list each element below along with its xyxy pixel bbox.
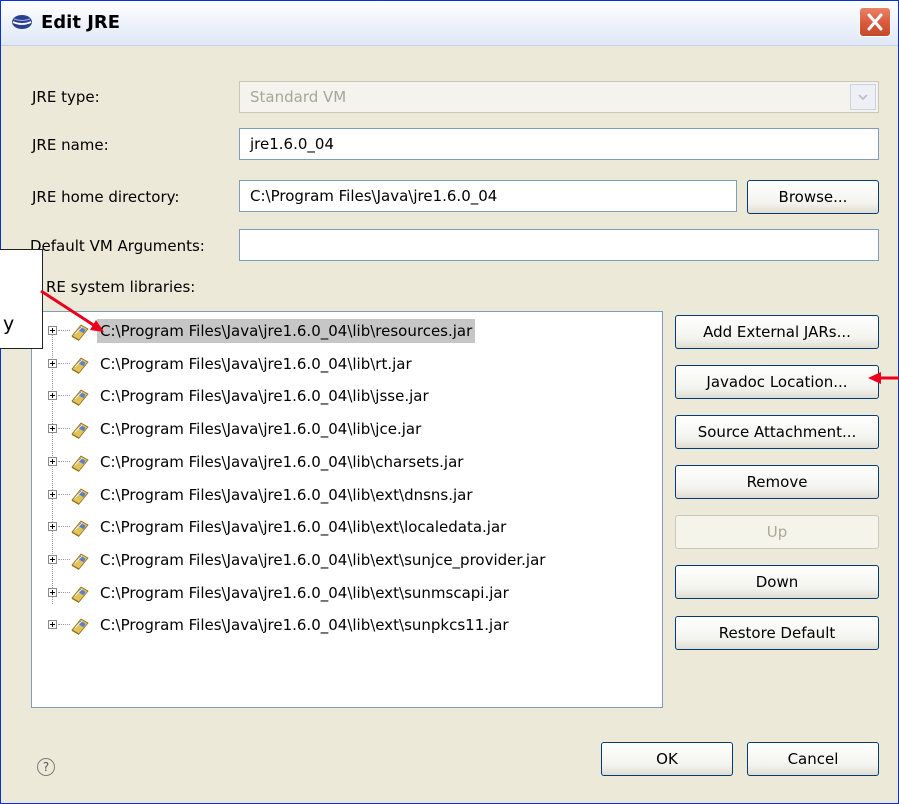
library-path: C:\Program Files\Java\jre1.6.0_04\lib\ex…: [100, 485, 473, 504]
library-path: C:\Program Files\Java\jre1.6.0_04\lib\js…: [100, 387, 429, 406]
library-path: C:\Program Files\Java\jre1.6.0_04\lib\ex…: [100, 518, 507, 537]
java-cup-icon: [12, 15, 32, 29]
combo-arrow[interactable]: [850, 84, 876, 110]
tree-connector: [58, 526, 70, 528]
jar-icon: [71, 586, 89, 603]
source-attachment-button[interactable]: Source Attachment...: [675, 415, 879, 449]
annotation-callout: y: [0, 249, 43, 349]
library-path: C:\Program Files\Java\jre1.6.0_04\lib\ch…: [100, 452, 464, 471]
down-button[interactable]: Down: [675, 565, 879, 599]
expand-icon[interactable]: [48, 587, 57, 597]
tree-connector: [58, 362, 70, 364]
library-path: C:\Program Files\Java\jre1.6.0_04\lib\rt…: [100, 354, 412, 373]
add-external-jars-button[interactable]: Add External JARs...: [675, 315, 879, 349]
expand-icon[interactable]: [48, 620, 57, 630]
expand-icon[interactable]: [48, 489, 57, 499]
tree-connector: [58, 558, 70, 560]
jar-icon: [71, 455, 89, 472]
cancel-button[interactable]: Cancel: [747, 742, 879, 776]
jar-icon: [71, 618, 89, 636]
help-icon[interactable]: ?: [37, 758, 55, 776]
up-button[interactable]: Up: [675, 515, 879, 549]
title-bar[interactable]: Edit JRE: [1, 1, 898, 46]
library-path: C:\Program Files\Java\jre1.6.0_04\lib\ex…: [100, 550, 546, 569]
javadoc-location-button[interactable]: Javadoc Location...: [675, 365, 879, 399]
jre-home-label: JRE home directory:: [32, 188, 180, 206]
expand-icon[interactable]: [48, 391, 57, 401]
close-icon: [867, 13, 883, 31]
jar-icon: [71, 520, 89, 538]
browse-button[interactable]: Browse...: [747, 180, 879, 214]
library-path: C:\Program Files\Java\jre1.6.0_04\lib\re…: [97, 319, 476, 343]
ok-button[interactable]: OK: [601, 742, 733, 776]
jre-type-label: JRE type:: [32, 88, 100, 106]
library-path: C:\Program Files\Java\jre1.6.0_04\lib\ex…: [100, 616, 509, 635]
expand-icon[interactable]: [48, 522, 57, 532]
library-path: C:\Program Files\Java\jre1.6.0_04\lib\jc…: [100, 420, 422, 439]
jar-icon: [71, 389, 89, 407]
jar-icon: [71, 487, 89, 505]
expand-icon[interactable]: [48, 358, 57, 368]
expand-icon[interactable]: [48, 554, 57, 564]
jre-home-field[interactable]: C:\Program Files\Java\jre1.6.0_04: [239, 180, 737, 212]
tree-connector: [58, 428, 70, 430]
jre-name-label: JRE name:: [32, 136, 109, 154]
chevron-down-icon: [858, 94, 868, 101]
vm-args-label: Default VM Arguments:: [30, 237, 205, 255]
expand-icon[interactable]: [48, 424, 57, 434]
restore-default-button[interactable]: Restore Default: [675, 616, 879, 650]
tree-connector: [58, 460, 70, 462]
jre-type-combo[interactable]: Standard VM: [239, 81, 879, 113]
jar-icon: [71, 324, 89, 341]
jre-name-field[interactable]: jre1.6.0_04: [239, 128, 879, 160]
expand-icon[interactable]: [48, 326, 57, 335]
remove-button[interactable]: Remove: [675, 465, 879, 499]
tree-connector: [58, 493, 70, 495]
tree-connector: [58, 624, 70, 626]
jar-icon: [71, 357, 89, 374]
jar-icon: [71, 553, 89, 570]
libraries-tree[interactable]: C:\Program Files\Java\jre1.6.0_04\lib\re…: [31, 311, 663, 708]
close-button[interactable]: [859, 7, 891, 37]
callout-text: y: [3, 313, 15, 335]
jar-icon: [71, 422, 89, 440]
tree-connector: [58, 395, 70, 397]
window-title: Edit JRE: [41, 12, 121, 33]
expand-icon[interactable]: [48, 456, 57, 466]
library-path: C:\Program Files\Java\jre1.6.0_04\lib\ex…: [100, 583, 509, 602]
vm-args-field[interactable]: [239, 229, 879, 261]
tree-connector: [58, 330, 70, 331]
jre-type-value: Standard VM: [250, 88, 347, 106]
tree-connector: [58, 591, 70, 593]
libraries-label: RE system libraries:: [46, 278, 196, 296]
edit-jre-dialog: Edit JRE JRE type: Standard VM JRE name:…: [0, 0, 899, 804]
dialog-body: JRE type: Standard VM JRE name: jre1.6.0…: [1, 46, 898, 803]
